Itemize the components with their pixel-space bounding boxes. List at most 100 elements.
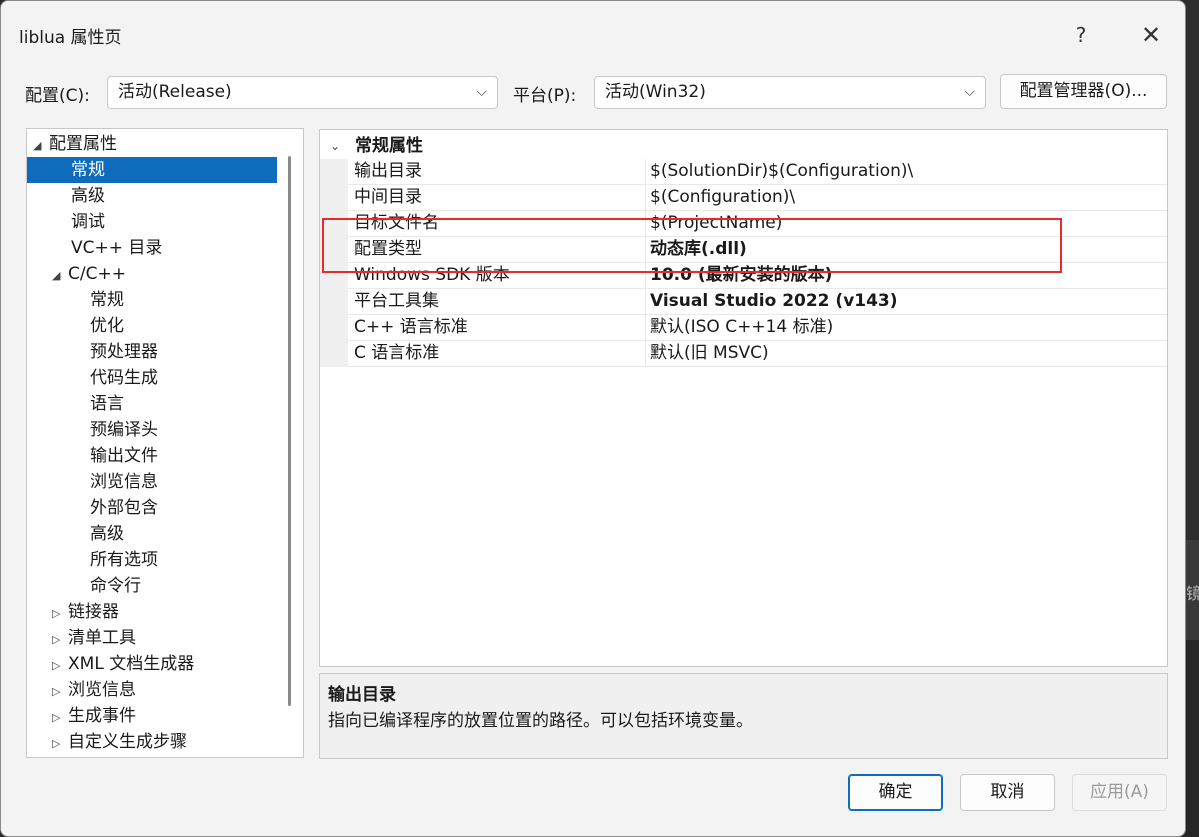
configuration-manager-button[interactable]: 配置管理器(O)... — [1000, 74, 1167, 109]
category-header[interactable]: ⌄ 常规属性 — [320, 133, 1167, 159]
window-title: liblua 属性页 — [19, 28, 122, 48]
expand-icon[interactable]: ▷ — [52, 653, 68, 679]
platform-select[interactable]: 活动(Win32) ⌵ — [594, 76, 986, 109]
apply-button[interactable]: 应用(A) — [1072, 774, 1167, 811]
tree-item[interactable]: 所有选项 — [27, 547, 277, 573]
expand-icon[interactable]: ▷ — [52, 731, 68, 757]
tree-item[interactable]: 预处理器 — [27, 339, 277, 365]
property-name: 输出目录 — [354, 161, 422, 181]
collapse-icon[interactable]: ◢ — [33, 133, 49, 159]
property-name: 平台工具集 — [354, 291, 439, 311]
tree-item-label: 清单工具 — [68, 628, 136, 648]
tree-item[interactable]: 调试 — [27, 209, 277, 235]
property-value[interactable]: 动态库(.dll) — [650, 237, 747, 262]
configuration-label: 配置(C): — [25, 86, 90, 106]
background-window-text: 镜 — [1186, 584, 1199, 603]
tree-item[interactable]: ▷ 链接器 — [27, 599, 277, 625]
cancel-button[interactable]: 取消 — [960, 774, 1055, 811]
close-icon: ✕ — [1140, 21, 1162, 49]
tree-item[interactable]: ◢ 配置属性 — [27, 131, 277, 157]
tree-item-label: 输出文件 — [90, 446, 158, 466]
ok-button[interactable]: 确定 — [848, 774, 943, 811]
tree-item[interactable]: 高级 — [27, 183, 277, 209]
description-text: 指向已编译程序的放置位置的路径。可以包括环境变量。 — [328, 711, 753, 731]
help-button[interactable]: ? — [1058, 15, 1104, 55]
tree-item-label: 所有选项 — [90, 550, 158, 570]
tree-item-label: VC++ 目录 — [71, 238, 163, 258]
tree-item[interactable]: 高级 — [27, 521, 277, 547]
property-grid: ⌄ 常规属性 输出目录 $(SolutionDir)$(Configuration… — [319, 129, 1168, 667]
close-button[interactable]: ✕ — [1128, 15, 1174, 55]
property-value[interactable]: 10.0 (最新安装的版本) — [650, 263, 832, 288]
tree-item-label: 预处理器 — [90, 342, 158, 362]
platform-value: 活动(Win32) — [605, 82, 706, 102]
property-value[interactable]: 默认(ISO C++14 标准) — [650, 315, 833, 340]
tree-item[interactable]: ▷ 自定义生成步骤 — [27, 729, 277, 755]
expand-icon[interactable]: ▷ — [52, 627, 68, 653]
tree-item[interactable]: ▷ 清单工具 — [27, 625, 277, 651]
configuration-select[interactable]: 活动(Release) ⌵ — [107, 76, 498, 109]
property-row[interactable]: 配置类型 动态库(.dll) — [348, 237, 1167, 263]
tree-item[interactable]: 输出文件 — [27, 443, 277, 469]
property-value[interactable]: $(SolutionDir)$(Configuration)\ — [650, 159, 913, 184]
property-row[interactable]: C 语言标准 默认(旧 MSVC) — [348, 341, 1167, 367]
tree-item[interactable]: 语言 — [27, 391, 277, 417]
collapse-icon[interactable]: ⌄ — [330, 133, 340, 159]
tree-item-label: 常规 — [71, 160, 105, 180]
expand-icon[interactable]: ▷ — [52, 679, 68, 705]
tree-item[interactable]: ▷ 生成事件 — [27, 703, 277, 729]
property-name: 目标文件名 — [354, 213, 439, 233]
property-value[interactable]: Visual Studio 2022 (v143) — [650, 289, 898, 314]
chevron-down-icon: ⌵ — [964, 84, 975, 100]
property-value[interactable]: 默认(旧 MSVC) — [650, 341, 769, 366]
tree-item[interactable]: ▷ XML 文档生成器 — [27, 651, 277, 677]
title-bar: liblua 属性页 ? ✕ — [1, 1, 1185, 65]
property-name: C 语言标准 — [354, 343, 440, 363]
tree-item-label: 外部包含 — [90, 498, 158, 518]
property-row[interactable]: 中间目录 $(Configuration)\ — [348, 185, 1167, 211]
tree-item-label: 浏览信息 — [90, 472, 158, 492]
chevron-down-icon: ⌵ — [476, 84, 487, 100]
tree-item[interactable]: 代码生成 — [27, 365, 277, 391]
tree-item-label: 调试 — [71, 212, 105, 232]
tree-item[interactable]: VC++ 目录 — [27, 235, 277, 261]
property-row[interactable]: Windows SDK 版本 10.0 (最新安装的版本) — [348, 263, 1167, 289]
property-name: C++ 语言标准 — [354, 317, 468, 337]
tree-item[interactable]: ◢ C/C++ — [27, 261, 277, 287]
tree-item[interactable]: 命令行 — [27, 573, 277, 599]
tree-item[interactable]: 浏览信息 — [27, 469, 277, 495]
collapse-icon[interactable]: ◢ — [52, 263, 68, 289]
tree-item-label: 链接器 — [68, 602, 119, 622]
tree-item[interactable]: ▷ 浏览信息 — [27, 677, 277, 703]
expand-icon[interactable]: ▷ — [52, 601, 68, 627]
property-value[interactable]: $(Configuration)\ — [650, 185, 795, 210]
tree-item[interactable]: 预编译头 — [27, 417, 277, 443]
property-tree[interactable]: ◢ 配置属性 常规 高级 调试 VC++ 目录 ◢ C/C++ 常规 优化 预处理器 代码生成 语言 预编… — [26, 128, 304, 758]
tree-item-label: 高级 — [71, 186, 105, 206]
description-title: 输出目录 — [328, 685, 396, 705]
property-row[interactable]: C++ 语言标准 默认(ISO C++14 标准) — [348, 315, 1167, 341]
tree-item-label: 优化 — [90, 316, 124, 336]
tree-item-label: 常规 — [90, 290, 124, 310]
platform-label: 平台(P): — [513, 86, 577, 106]
property-row[interactable]: 目标文件名 $(ProjectName) — [348, 211, 1167, 237]
expand-icon[interactable]: ▷ — [52, 705, 68, 731]
help-icon: ? — [1075, 23, 1087, 47]
property-name: 配置类型 — [354, 239, 422, 259]
grid-gutter — [320, 159, 348, 367]
tree-item-label: 语言 — [90, 394, 124, 414]
tree-item[interactable]: 常规 — [27, 157, 277, 183]
tree-item[interactable]: 常规 — [27, 287, 277, 313]
tree-item-label: C/C++ — [68, 264, 126, 284]
property-name: 中间目录 — [354, 187, 422, 207]
tree-item-label: 自定义生成步骤 — [68, 732, 187, 752]
tree-item[interactable]: 优化 — [27, 313, 277, 339]
property-value[interactable]: $(ProjectName) — [650, 211, 782, 236]
tree-scrollbar[interactable] — [288, 156, 291, 706]
property-row[interactable]: 输出目录 $(SolutionDir)$(Configuration)\ — [348, 159, 1167, 185]
tree-item-label: 高级 — [90, 524, 124, 544]
tree-item-label: 生成事件 — [68, 706, 136, 726]
property-row[interactable]: 平台工具集 Visual Studio 2022 (v143) — [348, 289, 1167, 315]
tree-item[interactable]: 外部包含 — [27, 495, 277, 521]
tree-item-label: 代码生成 — [90, 368, 158, 388]
